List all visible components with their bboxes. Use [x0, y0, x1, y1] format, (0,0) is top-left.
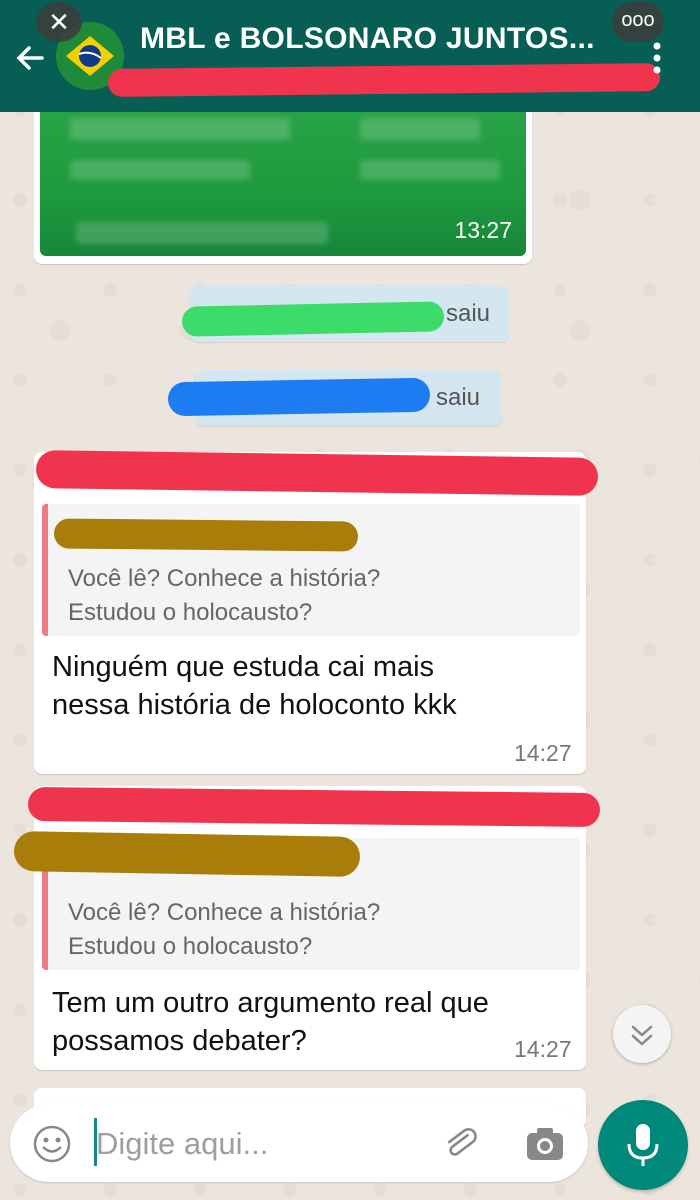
chat-title[interactable]: MBL e BOLSONARO JUNTOS...	[140, 22, 595, 56]
message-text: Ninguém que estuda cai mais	[52, 651, 435, 683]
menu-dots-icon[interactable]	[650, 40, 664, 76]
blurred-text	[360, 118, 480, 140]
system-notice-text: saiu	[446, 300, 491, 327]
paperclip-icon[interactable]	[440, 1124, 480, 1164]
blurred-text	[70, 118, 290, 140]
message-input[interactable]	[94, 1118, 418, 1170]
blurred-text	[70, 160, 250, 180]
redaction-mark	[53, 518, 359, 552]
camera-icon[interactable]	[524, 1124, 566, 1164]
redaction-mark	[35, 450, 599, 496]
microphone-icon	[627, 1124, 659, 1166]
blurred-text	[360, 160, 500, 180]
quoted-text: Estudou o holocausto?	[68, 933, 313, 960]
blurred-image: 13:27	[40, 98, 526, 256]
message-text: Tem um outro argumento real que	[52, 987, 489, 1019]
incoming-message[interactable]: Você lê? Conhece a história? Estudou o h…	[34, 786, 586, 1070]
message-text: nessa história de holoconto kkk	[52, 689, 457, 721]
incoming-message[interactable]: Você lê? Conhece a história? Estudou o h…	[34, 452, 586, 774]
system-notice-text: saiu	[436, 384, 481, 411]
microphone-button[interactable]	[598, 1100, 688, 1190]
message-time: 13:27	[454, 217, 512, 243]
message-time: 14:27	[514, 740, 572, 766]
back-arrow-icon[interactable]	[12, 40, 48, 76]
redaction-mark	[181, 301, 445, 337]
quoted-text: Você lê? Conhece a história?	[68, 565, 381, 592]
emoji-icon[interactable]	[32, 1124, 72, 1164]
redaction-mark	[107, 63, 661, 97]
text-caret	[94, 1118, 97, 1166]
message-time: 14:27	[514, 1036, 572, 1062]
message-input-bar	[10, 1104, 588, 1182]
redaction-mark	[13, 830, 361, 878]
close-icon[interactable]: ✕	[36, 2, 82, 42]
redaction-mark	[167, 377, 431, 417]
quoted-text: Você lê? Conhece a história?	[68, 899, 381, 926]
chevron-down-icon	[631, 1025, 653, 1046]
scroll-to-bottom-button[interactable]	[613, 1005, 671, 1063]
image-message[interactable]: 13:27	[34, 98, 532, 264]
message-text: possamos debater?	[52, 1025, 307, 1057]
more-options-icon[interactable]: ooo	[612, 2, 664, 42]
redaction-mark	[27, 787, 601, 827]
chat-header: MBL e BOLSONARO JUNTOS... ✕ ooo	[0, 0, 700, 112]
blurred-text	[76, 222, 328, 244]
quoted-text: Estudou o holocausto?	[68, 599, 313, 626]
